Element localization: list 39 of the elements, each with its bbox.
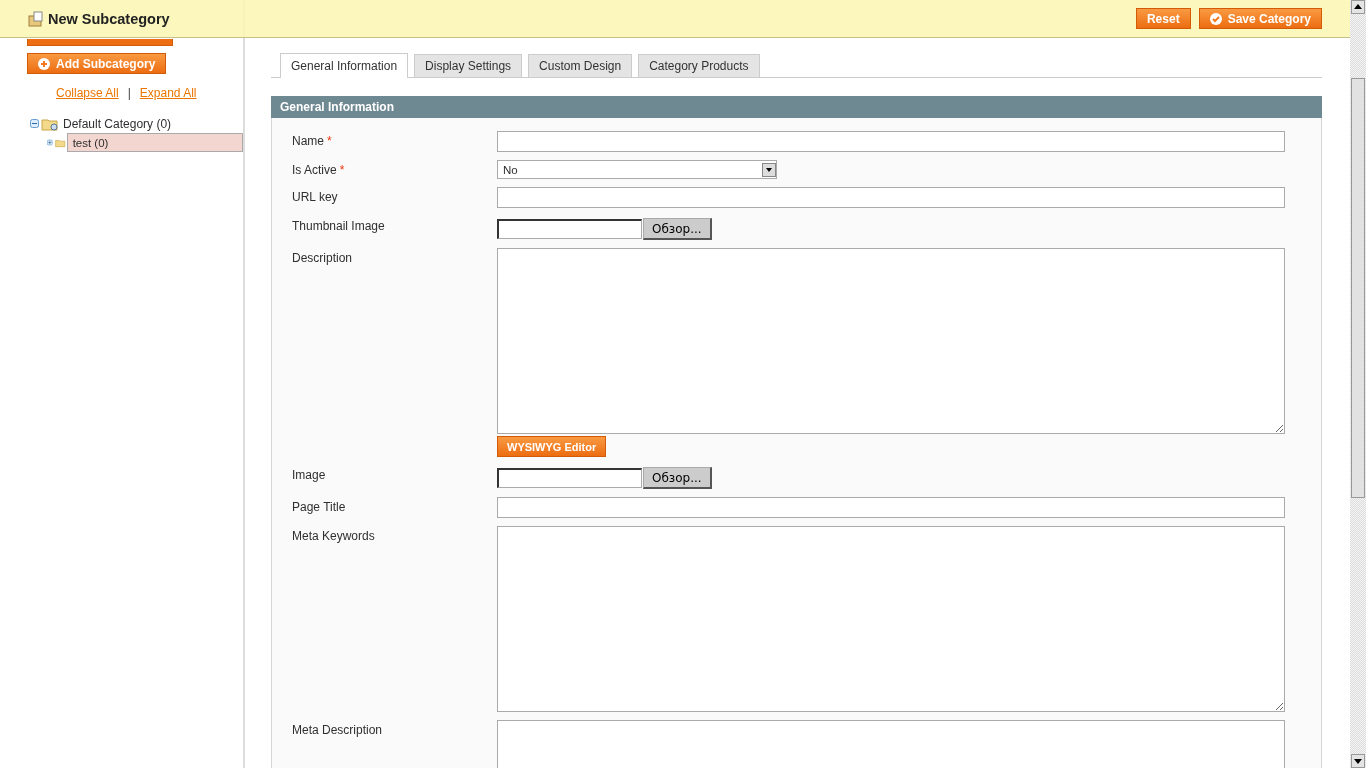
scroll-up-icon[interactable] — [1351, 0, 1365, 14]
link-separator: | — [127, 86, 131, 100]
text-area[interactable] — [497, 720, 1285, 768]
field-label: Meta Keywords — [292, 529, 375, 543]
required-mark: * — [327, 134, 332, 148]
required-mark: * — [339, 163, 345, 177]
tab[interactable]: General Information — [280, 53, 409, 78]
tree-toggle-icon[interactable] — [47, 138, 53, 147]
section-header: General Information — [271, 96, 1322, 118]
field-label: URL key — [292, 190, 338, 204]
scroll-down-icon[interactable] — [1351, 754, 1365, 768]
text-field[interactable] — [497, 131, 1285, 152]
page-icon — [28, 10, 44, 27]
field-label: Page Title — [292, 500, 346, 514]
file-field[interactable] — [497, 468, 642, 488]
field-label: Is Active — [292, 163, 337, 177]
browse-button[interactable]: Обзор... — [643, 467, 712, 489]
field-label: Meta Description — [292, 723, 383, 737]
check-icon — [1209, 12, 1222, 25]
text-field[interactable] — [497, 497, 1285, 518]
text-field[interactable] — [497, 187, 1285, 208]
scrollbar[interactable] — [1350, 0, 1366, 768]
file-field[interactable] — [497, 219, 642, 239]
browse-button[interactable]: Обзор... — [643, 218, 712, 240]
field-label: Thumbnail Image — [292, 219, 385, 233]
field-label: Name — [292, 134, 324, 148]
field-label: Image — [292, 468, 326, 482]
select-field[interactable]: No — [497, 160, 777, 179]
tree-item[interactable]: test (0) — [66, 133, 243, 152]
tab[interactable]: Category Products — [638, 54, 760, 77]
field-label: Description — [292, 251, 353, 265]
add-root-button[interactable] — [27, 39, 173, 46]
header-title: New Subcategory — [48, 10, 170, 27]
root-folder-icon — [41, 116, 59, 131]
tree-toggle-icon[interactable] — [30, 119, 39, 128]
tab[interactable]: Custom Design — [528, 54, 633, 77]
tab[interactable]: Display Settings — [414, 54, 523, 77]
plus-icon — [38, 57, 50, 70]
tree-item[interactable]: Default Category (0) — [60, 115, 175, 132]
